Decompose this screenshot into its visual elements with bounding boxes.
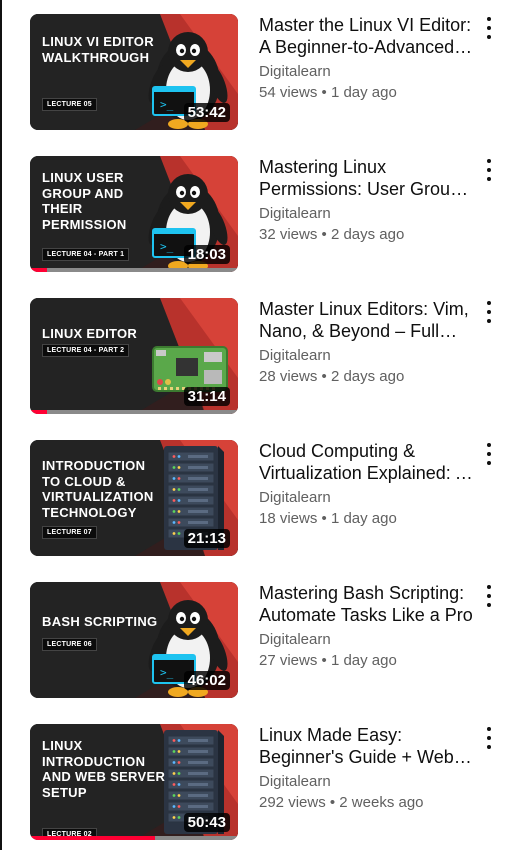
- channel-name[interactable]: Digitalearn: [259, 489, 474, 507]
- video-meta: 18 views • 1 day ago: [259, 510, 397, 527]
- video-info: Cloud Computing & Virtualization Explain…: [259, 440, 474, 528]
- duration-badge: 31:14: [183, 387, 230, 406]
- thumbnail-title: LINUX INTRODUCTION AND WEB SERVER SETUP: [42, 738, 166, 800]
- more-options-icon[interactable]: [481, 158, 497, 182]
- video-thumbnail[interactable]: LINUX EDITOR LECTURE 04 - PART 2 31:14: [30, 298, 238, 414]
- watch-progress-bar: [30, 268, 238, 272]
- watch-progress-bar: [30, 836, 238, 840]
- svg-text:>_: >_: [160, 98, 174, 111]
- duration-badge: 53:42: [183, 103, 230, 122]
- lecture-badge: LECTURE 04 - PART 1: [42, 248, 130, 261]
- video-meta: 32 views • 2 days ago: [259, 226, 405, 243]
- svg-text:>_: >_: [160, 240, 174, 253]
- more-options-icon[interactable]: [481, 300, 497, 324]
- video-info: Mastering Bash Scripting: Automate Tasks…: [259, 582, 474, 670]
- watch-progress-fill: [30, 836, 155, 840]
- watch-progress-fill: [30, 268, 47, 272]
- video-thumbnail[interactable]: >_ BASH SCRIPTING LECTURE 06 46:02: [30, 582, 238, 698]
- video-title[interactable]: Master the Linux VI Editor: A Beginner-t…: [259, 14, 474, 58]
- duration-badge: 46:02: [183, 671, 230, 690]
- channel-name[interactable]: Digitalearn: [259, 63, 474, 81]
- channel-name[interactable]: Digitalearn: [259, 347, 474, 365]
- video-item[interactable]: INTRODUCTION TO CLOUD & VIRTUALIZATION T…: [0, 426, 507, 556]
- video-info: Mastering Linux Permissions: User Groups…: [259, 156, 474, 244]
- video-list: >_ LINUX VI EDITOR WALKTHROUGH LECTURE 0…: [0, 0, 507, 850]
- video-title[interactable]: Mastering Bash Scripting: Automate Tasks…: [259, 582, 474, 626]
- thumbnail-title: BASH SCRIPTING: [42, 614, 158, 629]
- thumbnail-title: LINUX USER GROUP AND THEIR PERMISSION: [42, 170, 127, 232]
- video-item[interactable]: >_ BASH SCRIPTING LECTURE 06 46:02 Maste…: [0, 568, 507, 698]
- more-options-icon[interactable]: [481, 442, 497, 466]
- video-meta: 28 views • 2 days ago: [259, 368, 405, 385]
- video-title[interactable]: Cloud Computing & Virtualization Explain…: [259, 440, 474, 484]
- video-thumbnail[interactable]: >_ LINUX USER GROUP AND THEIR PERMISSION…: [30, 156, 238, 272]
- duration-badge: 50:43: [183, 813, 230, 832]
- lecture-badge: LECTURE 04 - PART 2: [42, 344, 130, 357]
- channel-name[interactable]: Digitalearn: [259, 631, 474, 649]
- video-item[interactable]: >_ LINUX USER GROUP AND THEIR PERMISSION…: [0, 142, 507, 272]
- video-meta: 27 views • 1 day ago: [259, 652, 397, 669]
- duration-badge: 21:13: [183, 529, 230, 548]
- video-title[interactable]: Mastering Linux Permissions: User Groups…: [259, 156, 474, 200]
- lecture-badge: LECTURE 06: [42, 638, 97, 651]
- thumbnail-title: LINUX EDITOR: [42, 326, 138, 341]
- channel-name[interactable]: Digitalearn: [259, 773, 474, 791]
- duration-badge: 18:03: [183, 245, 230, 264]
- lecture-badge: LECTURE 07: [42, 526, 97, 539]
- video-meta: 54 views • 1 day ago: [259, 84, 397, 101]
- video-thumbnail[interactable]: >_ LINUX VI EDITOR WALKTHROUGH LECTURE 0…: [30, 14, 238, 130]
- video-meta: 292 views • 2 weeks ago: [259, 794, 424, 811]
- more-options-icon[interactable]: [481, 16, 497, 40]
- video-title[interactable]: Linux Made Easy: Beginner's Guide + Web …: [259, 724, 474, 768]
- more-options-icon[interactable]: [481, 584, 497, 608]
- video-title[interactable]: Master Linux Editors: Vim, Nano, & Beyon…: [259, 298, 474, 342]
- video-item[interactable]: LINUX INTRODUCTION AND WEB SERVER SETUP …: [0, 710, 507, 840]
- svg-text:>_: >_: [160, 666, 174, 679]
- watch-progress-fill: [30, 410, 47, 414]
- video-info: Linux Made Easy: Beginner's Guide + Web …: [259, 724, 474, 812]
- video-info: Master Linux Editors: Vim, Nano, & Beyon…: [259, 298, 474, 386]
- video-item[interactable]: >_ LINUX VI EDITOR WALKTHROUGH LECTURE 0…: [0, 0, 507, 130]
- thumbnail-title: LINUX VI EDITOR WALKTHROUGH: [42, 34, 154, 65]
- channel-name[interactable]: Digitalearn: [259, 205, 474, 223]
- more-options-icon[interactable]: [481, 726, 497, 750]
- lecture-badge: LECTURE 05: [42, 98, 97, 111]
- watch-progress-bar: [30, 410, 238, 414]
- video-info: Master the Linux VI Editor: A Beginner-t…: [259, 14, 474, 102]
- thumbnail-title: INTRODUCTION TO CLOUD & VIRTUALIZATION T…: [42, 458, 154, 520]
- video-thumbnail[interactable]: LINUX INTRODUCTION AND WEB SERVER SETUP …: [30, 724, 238, 840]
- video-thumbnail[interactable]: INTRODUCTION TO CLOUD & VIRTUALIZATION T…: [30, 440, 238, 556]
- video-item[interactable]: LINUX EDITOR LECTURE 04 - PART 2 31:14 M…: [0, 284, 507, 414]
